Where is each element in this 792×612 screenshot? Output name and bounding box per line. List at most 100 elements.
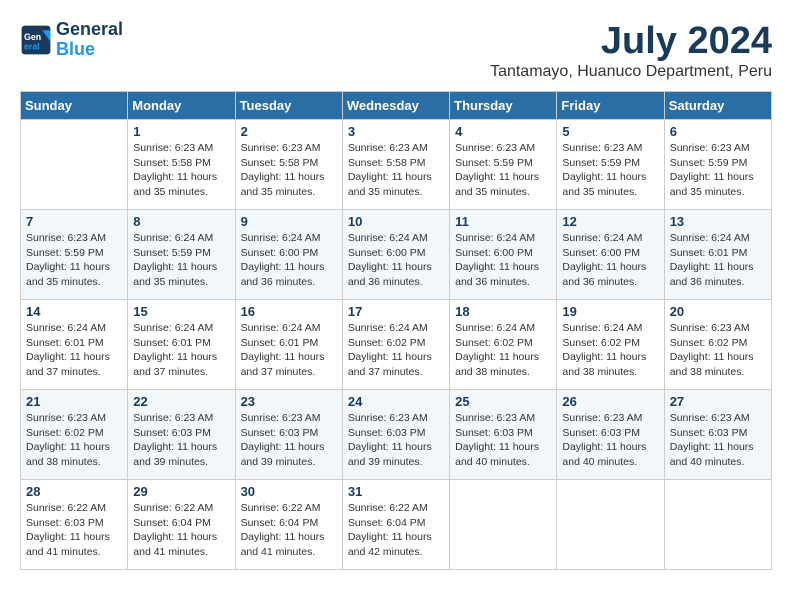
logo-icon: Gen eral [20, 24, 52, 56]
day-info: Sunrise: 6:24 AMSunset: 6:02 PMDaylight:… [455, 321, 551, 380]
header-sunday: Sunday [21, 92, 128, 120]
calendar-cell: 21Sunrise: 6:23 AMSunset: 6:02 PMDayligh… [21, 390, 128, 480]
calendar-cell: 19 Sunrise: 6:24 AMSunset: 6:02 PMDayligh… [557, 300, 664, 390]
header-wednesday: Wednesday [342, 92, 449, 120]
calendar-cell: 6 Sunrise: 6:23 AMSunset: 5:59 PMDaylight… [664, 120, 771, 210]
day-info: Sunrise: 6:24 AMSunset: 6:00 PMDaylight:… [455, 231, 551, 290]
day-number: 6 [670, 124, 766, 139]
day-number: 23 [241, 394, 337, 409]
day-number: 10 [348, 214, 444, 229]
calendar-cell: 18 Sunrise: 6:24 AMSunset: 6:02 PMDayligh… [450, 300, 557, 390]
calendar-cell [450, 480, 557, 570]
week-row-0: 1 Sunrise: 6:23 AMSunset: 5:58 PMDaylight… [21, 120, 772, 210]
day-number: 26 [562, 394, 658, 409]
calendar-cell: 17Sunrise: 6:24 AMSunset: 6:02 PMDayligh… [342, 300, 449, 390]
day-number: 9 [241, 214, 337, 229]
day-number: 31 [348, 484, 444, 499]
day-number: 29 [133, 484, 229, 499]
day-number: 12 [562, 214, 658, 229]
day-info: Sunrise: 6:22 AMSunset: 6:03 PMDaylight:… [26, 501, 122, 560]
day-number: 1 [133, 124, 229, 139]
day-info: Sunrise: 6:23 AMSunset: 6:03 PMDaylight:… [455, 411, 551, 470]
day-info: Sunrise: 6:23 AMSunset: 6:02 PMDaylight:… [670, 321, 766, 380]
calendar-cell: 25 Sunrise: 6:23 AMSunset: 6:03 PMDayligh… [450, 390, 557, 480]
header-saturday: Saturday [664, 92, 771, 120]
day-info: Sunrise: 6:24 AMSunset: 6:00 PMDaylight:… [562, 231, 658, 290]
calendar-cell: 30 Sunrise: 6:22 AMSunset: 6:04 PMDayligh… [235, 480, 342, 570]
calendar-cell: 3 Sunrise: 6:23 AMSunset: 5:58 PMDaylight… [342, 120, 449, 210]
calendar-cell: 4Sunrise: 6:23 AMSunset: 5:59 PMDaylight… [450, 120, 557, 210]
day-number: 22 [133, 394, 229, 409]
calendar-cell: 23 Sunrise: 6:23 AMSunset: 6:03 PMDayligh… [235, 390, 342, 480]
day-number: 30 [241, 484, 337, 499]
day-info: Sunrise: 6:23 AMSunset: 5:58 PMDaylight:… [241, 141, 337, 200]
header-tuesday: Tuesday [235, 92, 342, 120]
day-number: 11 [455, 214, 551, 229]
day-number: 8 [133, 214, 229, 229]
day-info: Sunrise: 6:23 AMSunset: 5:59 PMDaylight:… [455, 141, 551, 200]
calendar-cell: 31Sunrise: 6:22 AMSunset: 6:04 PMDayligh… [342, 480, 449, 570]
calendar-cell: 24Sunrise: 6:23 AMSunset: 6:03 PMDayligh… [342, 390, 449, 480]
day-info: Sunrise: 6:24 AMSunset: 6:01 PMDaylight:… [241, 321, 337, 380]
header-monday: Monday [128, 92, 235, 120]
day-info: Sunrise: 6:23 AMSunset: 5:59 PMDaylight:… [670, 141, 766, 200]
calendar-header-row: SundayMondayTuesdayWednesdayThursdayFrid… [21, 92, 772, 120]
calendar-cell [21, 120, 128, 210]
day-info: Sunrise: 6:24 AMSunset: 6:00 PMDaylight:… [348, 231, 444, 290]
day-number: 2 [241, 124, 337, 139]
logo: Gen eral General Blue [20, 20, 123, 60]
week-row-2: 14 Sunrise: 6:24 AMSunset: 6:01 PMDayligh… [21, 300, 772, 390]
calendar-cell: 20 Sunrise: 6:23 AMSunset: 6:02 PMDayligh… [664, 300, 771, 390]
day-info: Sunrise: 6:24 AMSunset: 6:01 PMDaylight:… [133, 321, 229, 380]
day-info: Sunrise: 6:23 AMSunset: 5:59 PMDaylight:… [26, 231, 122, 290]
day-number: 15 [133, 304, 229, 319]
day-info: Sunrise: 6:23 AMSunset: 6:02 PMDaylight:… [26, 411, 122, 470]
day-info: Sunrise: 6:24 AMSunset: 6:02 PMDaylight:… [562, 321, 658, 380]
day-number: 14 [26, 304, 122, 319]
location-title: Tantamayo, Huanuco Department, Peru [490, 63, 772, 81]
day-info: Sunrise: 6:24 AMSunset: 6:00 PMDaylight:… [241, 231, 337, 290]
day-info: Sunrise: 6:24 AMSunset: 6:01 PMDaylight:… [26, 321, 122, 380]
day-info: Sunrise: 6:23 AMSunset: 5:58 PMDaylight:… [348, 141, 444, 200]
day-info: Sunrise: 6:23 AMSunset: 6:03 PMDaylight:… [133, 411, 229, 470]
day-number: 19 [562, 304, 658, 319]
calendar-table: SundayMondayTuesdayWednesdayThursdayFrid… [20, 91, 772, 570]
day-number: 24 [348, 394, 444, 409]
calendar-cell [557, 480, 664, 570]
header-friday: Friday [557, 92, 664, 120]
week-row-3: 21Sunrise: 6:23 AMSunset: 6:02 PMDayligh… [21, 390, 772, 480]
calendar-cell: 5Sunrise: 6:23 AMSunset: 5:59 PMDaylight… [557, 120, 664, 210]
calendar-cell: 28 Sunrise: 6:22 AMSunset: 6:03 PMDayligh… [21, 480, 128, 570]
day-number: 13 [670, 214, 766, 229]
day-info: Sunrise: 6:22 AMSunset: 6:04 PMDaylight:… [133, 501, 229, 560]
calendar-cell [664, 480, 771, 570]
day-number: 16 [241, 304, 337, 319]
week-row-4: 28 Sunrise: 6:22 AMSunset: 6:03 PMDayligh… [21, 480, 772, 570]
day-number: 18 [455, 304, 551, 319]
calendar-cell: 10 Sunrise: 6:24 AMSunset: 6:00 PMDayligh… [342, 210, 449, 300]
day-number: 20 [670, 304, 766, 319]
day-number: 7 [26, 214, 122, 229]
logo-line1: General [56, 20, 123, 40]
calendar-cell: 14 Sunrise: 6:24 AMSunset: 6:01 PMDayligh… [21, 300, 128, 390]
calendar-cell: 13Sunrise: 6:24 AMSunset: 6:01 PMDayligh… [664, 210, 771, 300]
calendar-cell: 16 Sunrise: 6:24 AMSunset: 6:01 PMDayligh… [235, 300, 342, 390]
day-number: 27 [670, 394, 766, 409]
calendar-cell: 15 Sunrise: 6:24 AMSunset: 6:01 PMDayligh… [128, 300, 235, 390]
header: Gen eral General Blue July 2024 Tantamay… [20, 20, 772, 81]
day-info: Sunrise: 6:23 AMSunset: 6:03 PMDaylight:… [562, 411, 658, 470]
week-row-1: 7 Sunrise: 6:23 AMSunset: 5:59 PMDaylight… [21, 210, 772, 300]
day-info: Sunrise: 6:22 AMSunset: 6:04 PMDaylight:… [241, 501, 337, 560]
day-number: 3 [348, 124, 444, 139]
day-number: 25 [455, 394, 551, 409]
header-thursday: Thursday [450, 92, 557, 120]
title-area: July 2024 Tantamayo, Huanuco Department,… [490, 20, 772, 81]
day-info: Sunrise: 6:23 AMSunset: 6:03 PMDaylight:… [241, 411, 337, 470]
day-info: Sunrise: 6:23 AMSunset: 5:59 PMDaylight:… [562, 141, 658, 200]
logo-text: General Blue [56, 20, 123, 60]
day-info: Sunrise: 6:24 AMSunset: 6:02 PMDaylight:… [348, 321, 444, 380]
calendar-cell: 27Sunrise: 6:23 AMSunset: 6:03 PMDayligh… [664, 390, 771, 480]
calendar-cell: 2 Sunrise: 6:23 AMSunset: 5:58 PMDaylight… [235, 120, 342, 210]
calendar-cell: 9 Sunrise: 6:24 AMSunset: 6:00 PMDaylight… [235, 210, 342, 300]
day-number: 28 [26, 484, 122, 499]
